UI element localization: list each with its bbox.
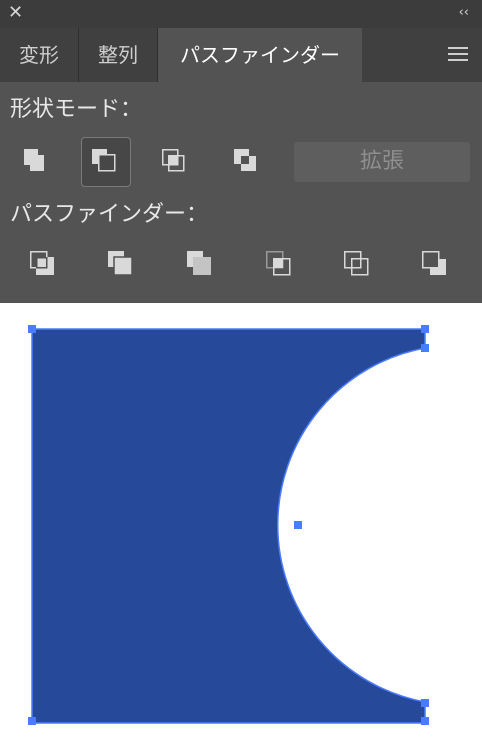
expand-button[interactable]: 拡張: [294, 142, 470, 182]
close-icon[interactable]: ✕: [8, 3, 23, 23]
tab-align[interactable]: 整列: [79, 28, 158, 82]
tab-transform[interactable]: 変形: [0, 28, 79, 82]
panel-title-bar: ✕ ‹‹: [0, 0, 482, 28]
collapse-icon[interactable]: ‹‹: [459, 3, 469, 23]
pathfinder-panel: ✕ ‹‹ 変形 整列 パスファインダー 形状モード： 拡張 パスファインダー：: [0, 0, 482, 303]
minus-back-icon: [422, 251, 446, 275]
intersect-button[interactable]: [150, 137, 200, 187]
trim-icon: [108, 251, 133, 276]
tab-pathfinder[interactable]: パスファインダー: [158, 28, 362, 82]
crop-button[interactable]: [255, 240, 305, 290]
compound-shape[interactable]: [31, 328, 426, 724]
exclude-icon: [234, 149, 256, 171]
unite-button[interactable]: [12, 137, 62, 187]
minus-back-button[interactable]: [411, 240, 461, 290]
exclude-button[interactable]: [222, 137, 272, 187]
divide-button[interactable]: [19, 240, 69, 290]
shape-modes-title: 形状モード：: [10, 97, 143, 122]
divide-icon: [30, 251, 54, 275]
tab-bar: 変形 整列 パスファインダー: [0, 28, 482, 82]
artboard-canvas[interactable]: [0, 303, 482, 744]
panel-menu-icon[interactable]: [448, 47, 468, 61]
minus-front-icon: [92, 149, 116, 172]
unite-icon: [24, 149, 44, 171]
outline-icon: [344, 251, 369, 276]
merge-icon: [187, 251, 211, 275]
outline-button[interactable]: [333, 240, 383, 290]
intersect-icon: [162, 149, 185, 172]
minus-front-button[interactable]: [81, 137, 131, 187]
trim-button[interactable]: [97, 240, 147, 290]
crop-icon: [266, 251, 291, 276]
merge-button[interactable]: [176, 240, 226, 290]
pathfinders-title: パスファインダー：: [10, 202, 209, 227]
